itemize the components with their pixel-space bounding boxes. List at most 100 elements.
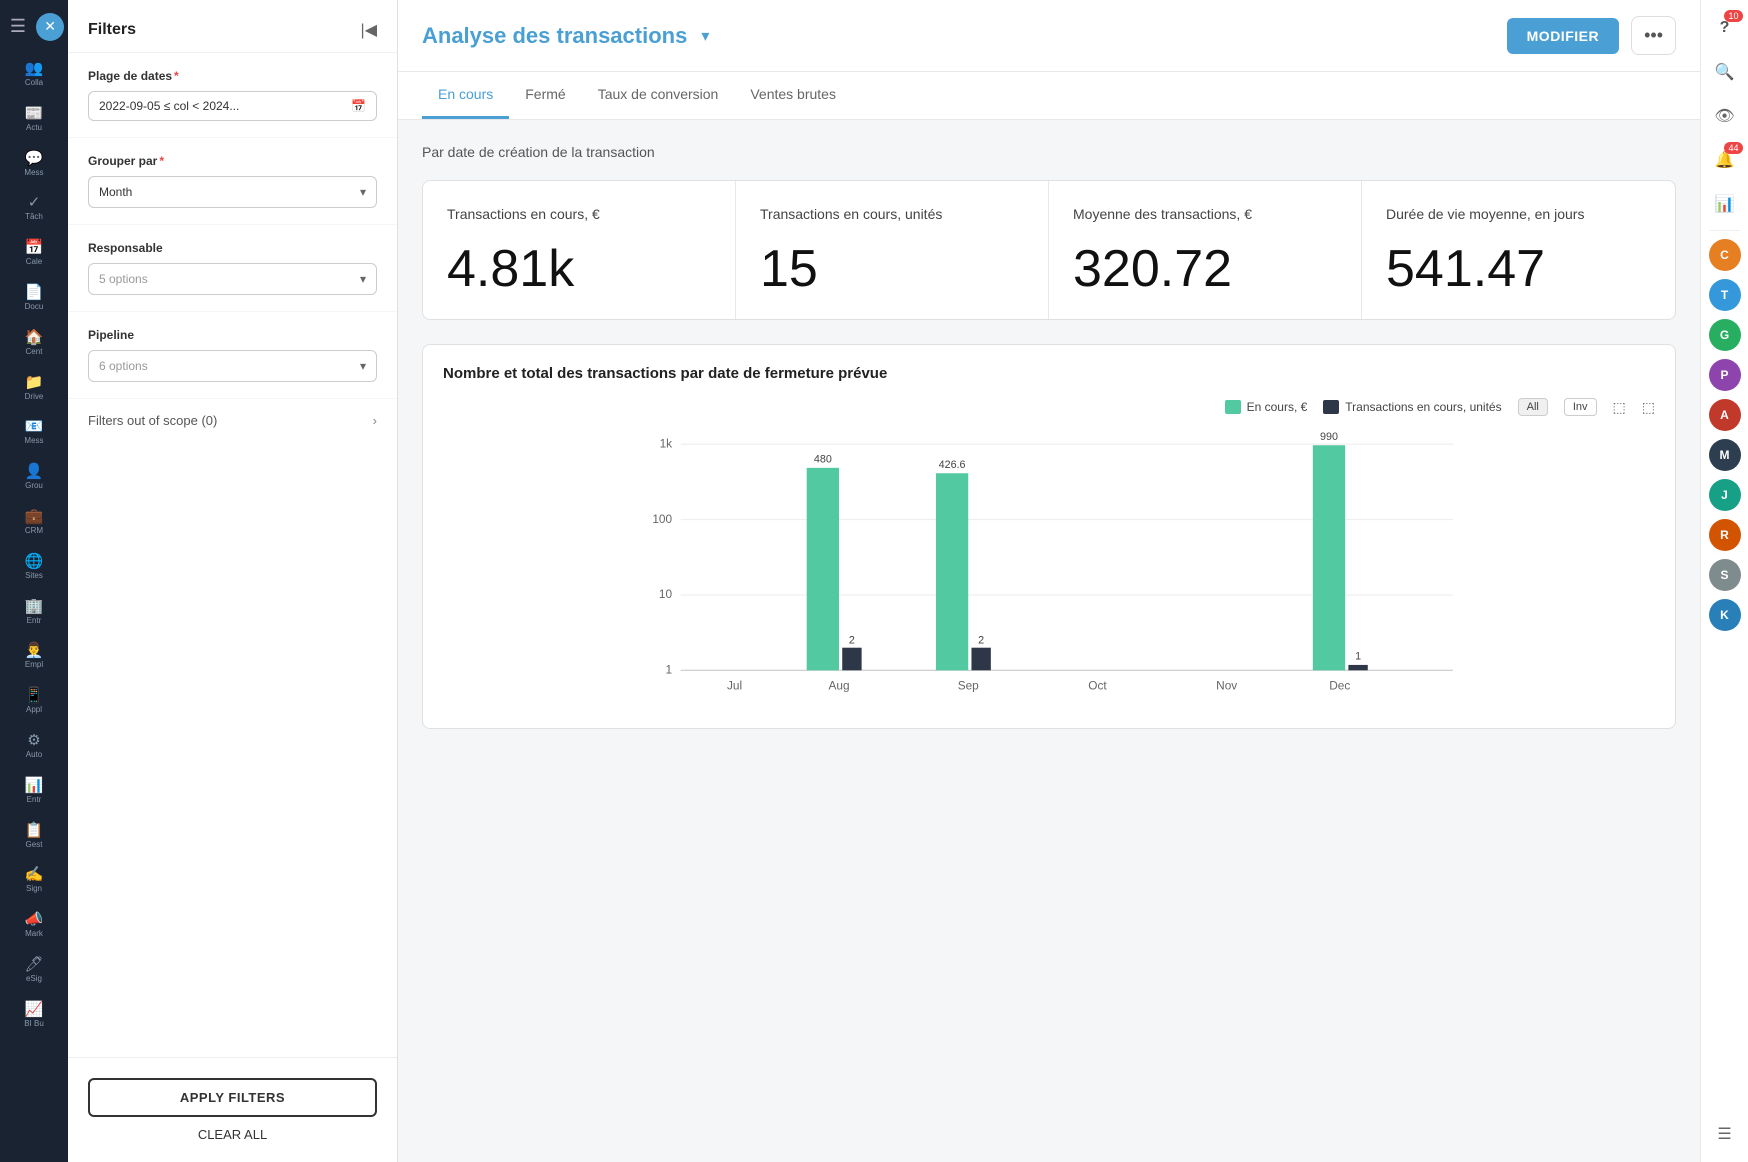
nav-items: 👥Colla📰Actu💬Mess✓Tâch📅Cale📄Docu🏠Cent📁Dri…: [20, 51, 48, 1037]
kpi-title-0: Transactions en cours, €: [447, 205, 711, 223]
nav-icon: 👤: [25, 462, 44, 480]
report-icon[interactable]: 📊: [1707, 186, 1743, 222]
nav-icon: 🌐: [25, 552, 44, 570]
hamburger-icon[interactable]: ☰: [4, 10, 32, 43]
group-by-dropdown[interactable]: Month ▾: [88, 176, 377, 208]
nav-item-crm[interactable]: 💼CRM: [20, 499, 48, 544]
nav-item-esig[interactable]: 🖊eSig: [20, 947, 48, 992]
svg-text:Oct: Oct: [1088, 679, 1107, 693]
nav-item-gest[interactable]: 📋Gest: [20, 813, 48, 858]
tab-ventes-brutes[interactable]: Ventes brutes: [734, 72, 852, 119]
svg-text:Jul: Jul: [727, 679, 742, 693]
svg-text:990: 990: [1320, 431, 1338, 443]
more-options-button[interactable]: •••: [1631, 16, 1676, 55]
avatar-8[interactable]: S: [1709, 559, 1741, 591]
tabs-row: En coursFerméTaux de conversionVentes br…: [398, 72, 1700, 120]
nav-icon: 🏠: [25, 328, 44, 346]
avatar-2[interactable]: G: [1709, 319, 1741, 351]
menu-icon[interactable]: ☰: [1707, 1116, 1743, 1152]
nav-item-grou[interactable]: 👤Grou: [20, 454, 48, 499]
nav-item-drive[interactable]: 📁Drive: [20, 365, 48, 410]
nav-icon: 📋: [25, 821, 44, 839]
bar-chart: 1k 100 10 1 Jul: [443, 428, 1655, 708]
avatar-9[interactable]: K: [1709, 599, 1741, 631]
chart-copy-icon[interactable]: ⬚: [1642, 399, 1655, 416]
legend-all-button[interactable]: All: [1518, 398, 1548, 416]
nav-item-actu[interactable]: 📰Actu: [20, 96, 48, 141]
apply-filters-button[interactable]: APPLY FILTERS: [88, 1078, 377, 1117]
nav-icon: 👨‍💼: [25, 641, 44, 659]
bar-sep-green: [936, 473, 968, 670]
tab-en-cours[interactable]: En cours: [422, 72, 509, 119]
svg-text:Sep: Sep: [958, 679, 979, 693]
clear-all-button[interactable]: CLEAR ALL: [88, 1127, 377, 1142]
avatar-4[interactable]: A: [1709, 399, 1741, 431]
group-by-section: Grouper par* Month ▾: [68, 138, 397, 225]
bar-aug-green: [807, 468, 839, 670]
sidebar-footer: APPLY FILTERS CLEAR ALL: [68, 1057, 397, 1162]
tab-fermé[interactable]: Fermé: [509, 72, 581, 119]
date-range-input[interactable]: 2022-09-05 ≤ col < 2024... 📅: [88, 91, 377, 121]
nav-icon: 🖊: [24, 955, 43, 973]
tab-taux-de-conversion[interactable]: Taux de conversion: [582, 72, 735, 119]
kpi-card-3: Durée de vie moyenne, en jours 541.47: [1362, 181, 1675, 319]
kpi-value-2: 320.72: [1073, 243, 1337, 295]
nav-item-mess[interactable]: 📧Mess: [20, 409, 48, 454]
nav-item-sites[interactable]: 🌐Sites: [20, 544, 48, 589]
avatar-0[interactable]: C: [1709, 239, 1741, 271]
svg-text:Nov: Nov: [1216, 679, 1237, 693]
nav-item-empl[interactable]: 👨‍💼Empl: [20, 633, 48, 678]
pipeline-dropdown[interactable]: 6 options ▾: [88, 350, 377, 382]
date-filter-section: Plage de dates* 2022-09-05 ≤ col < 2024.…: [68, 53, 397, 138]
avatar-3[interactable]: P: [1709, 359, 1741, 391]
nav-item-cale[interactable]: 📅Cale: [20, 230, 48, 275]
nav-icon: 💼: [25, 507, 44, 525]
group-by-label: Grouper par*: [88, 154, 377, 168]
title-chevron-icon[interactable]: ▾: [701, 26, 709, 46]
tabs-container: En coursFerméTaux de conversionVentes br…: [422, 72, 852, 119]
chevron-down-icon: ▾: [360, 185, 366, 199]
eye-icon[interactable]: 👁: [1707, 98, 1743, 134]
nav-item-mark[interactable]: 📣Mark: [20, 902, 48, 947]
question-icon[interactable]: ?10: [1707, 10, 1743, 46]
avatar-7[interactable]: R: [1709, 519, 1741, 551]
nav-item-appl[interactable]: 📱Appl: [20, 678, 48, 723]
avatar-5[interactable]: M: [1709, 439, 1741, 471]
modifier-button[interactable]: MODIFIER: [1507, 18, 1619, 54]
svg-text:100: 100: [652, 512, 672, 526]
nav-item-docu[interactable]: 📄Docu: [20, 275, 48, 320]
kpi-value-1: 15: [760, 243, 1024, 295]
nav-icon: 👥: [25, 59, 44, 77]
avatar-6[interactable]: J: [1709, 479, 1741, 511]
nav-item-auto[interactable]: ⚙Auto: [20, 723, 48, 768]
date-filter-label: Plage de dates*: [88, 69, 377, 83]
avatar-1[interactable]: T: [1709, 279, 1741, 311]
nav-item-cent[interactable]: 🏠Cent: [20, 320, 48, 365]
chart-section: Nombre et total des transactions par dat…: [422, 344, 1676, 729]
nav-item-entr[interactable]: 📊Entr: [20, 768, 48, 813]
svg-text:Dec: Dec: [1329, 679, 1350, 693]
nav-item-mess[interactable]: 💬Mess: [20, 141, 48, 186]
nav-icon: 📣: [25, 910, 44, 928]
bell-icon[interactable]: 🔔44: [1707, 142, 1743, 178]
nav-item-sign[interactable]: ✍Sign: [20, 857, 48, 902]
svg-text:480: 480: [814, 454, 832, 466]
nav-item-colla[interactable]: 👥Colla: [20, 51, 48, 96]
page-title[interactable]: Analyse des transactions: [422, 23, 687, 49]
nav-icon: 📅: [25, 238, 44, 256]
nav-item-tâch[interactable]: ✓Tâch: [20, 185, 48, 230]
responsable-section: Responsable 5 options ▾: [68, 225, 397, 312]
close-nav-button[interactable]: ✕: [36, 13, 64, 41]
nav-item-bi bu[interactable]: 📈BI Bu: [20, 992, 48, 1037]
chart-export-icon[interactable]: ⬚: [1613, 399, 1626, 416]
sidebar-collapse-button[interactable]: |◀: [361, 20, 377, 40]
bar-sep-dark: [971, 648, 990, 671]
responsable-dropdown[interactable]: 5 options ▾: [88, 263, 377, 295]
search-icon[interactable]: 🔍: [1707, 54, 1743, 90]
legend-inv-button[interactable]: Inv: [1564, 398, 1597, 416]
pipeline-section: Pipeline 6 options ▾: [68, 312, 397, 399]
filters-sidebar: Filters |◀ Plage de dates* 2022-09-05 ≤ …: [68, 0, 398, 1162]
filters-out-of-scope[interactable]: Filters out of scope (0) ›: [68, 399, 397, 442]
kpi-row: Transactions en cours, € 4.81k Transacti…: [422, 180, 1676, 320]
nav-item-entr[interactable]: 🏢Entr: [20, 589, 48, 634]
